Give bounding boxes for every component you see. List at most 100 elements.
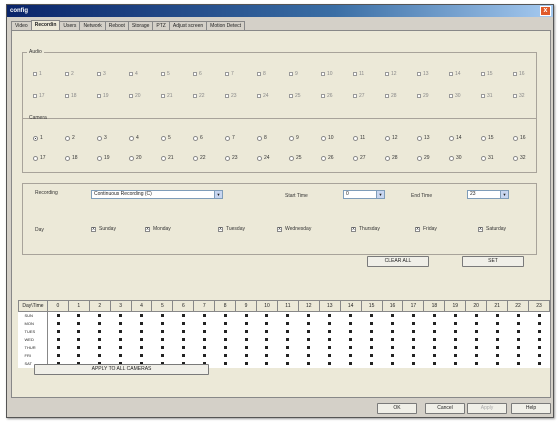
camera-channel-17[interactable]: 17: [33, 155, 65, 161]
schedule-cell[interactable]: [152, 312, 173, 320]
schedule-cell[interactable]: [298, 352, 319, 360]
schedule-cell[interactable]: [319, 336, 340, 344]
day-checkbox-friday[interactable]: x Friday: [415, 226, 437, 232]
checkbox-icon[interactable]: [97, 72, 101, 76]
schedule-cell[interactable]: [277, 360, 298, 368]
tab-ptz[interactable]: PTZ: [152, 21, 170, 30]
audio-channel-25[interactable]: 25: [289, 93, 321, 99]
camera-channel-13[interactable]: 13: [417, 135, 449, 141]
radio-icon[interactable]: [289, 155, 294, 161]
schedule-cell[interactable]: [361, 328, 382, 336]
tab-motion-detect[interactable]: Motion Detect: [206, 21, 246, 30]
camera-channel-10[interactable]: 10: [321, 135, 353, 141]
schedule-cell[interactable]: [529, 320, 550, 328]
day-checkbox-sunday[interactable]: x Sunday: [91, 226, 116, 232]
audio-channel-26[interactable]: 26: [321, 93, 353, 99]
checkbox-checked-icon[interactable]: x: [415, 226, 420, 232]
schedule-cell[interactable]: [236, 336, 257, 344]
schedule-cell[interactable]: [236, 352, 257, 360]
schedule-cell[interactable]: [382, 320, 403, 328]
camera-channel-3[interactable]: 3: [97, 135, 129, 141]
schedule-cell[interactable]: [445, 312, 466, 320]
schedule-cell[interactable]: [277, 344, 298, 352]
chevron-down-icon[interactable]: ▼: [500, 191, 508, 198]
camera-channel-27[interactable]: 27: [353, 155, 385, 161]
schedule-cell[interactable]: [508, 312, 529, 320]
schedule-cell[interactable]: [466, 320, 487, 328]
schedule-cell[interactable]: [194, 328, 215, 336]
schedule-cell[interactable]: [403, 352, 424, 360]
radio-icon[interactable]: [97, 135, 102, 141]
schedule-cell[interactable]: [466, 312, 487, 320]
schedule-cell[interactable]: [257, 360, 278, 368]
checkbox-icon[interactable]: [193, 72, 197, 76]
schedule-cell[interactable]: [236, 320, 257, 328]
camera-channel-25[interactable]: 25: [289, 155, 321, 161]
camera-channel-16[interactable]: 16: [513, 135, 545, 141]
schedule-cell[interactable]: [487, 336, 508, 344]
schedule-cell[interactable]: [361, 352, 382, 360]
checkbox-icon[interactable]: [289, 94, 293, 98]
checkbox-icon[interactable]: [321, 94, 325, 98]
camera-channel-31[interactable]: 31: [481, 155, 513, 161]
checkbox-checked-icon[interactable]: x: [478, 226, 483, 232]
tab-network[interactable]: Network: [79, 21, 106, 30]
audio-channel-17[interactable]: 17: [33, 93, 65, 99]
camera-channel-14[interactable]: 14: [449, 135, 481, 141]
checkbox-icon[interactable]: [33, 72, 37, 76]
audio-channel-29[interactable]: 29: [417, 93, 449, 99]
day-checkbox-wednesday[interactable]: x Wednesday: [277, 226, 311, 232]
schedule-cell[interactable]: [340, 312, 361, 320]
audio-channel-4[interactable]: 4: [129, 71, 161, 77]
schedule-cell[interactable]: [194, 312, 215, 320]
schedule-cell[interactable]: [487, 344, 508, 352]
start-time-select[interactable]: 0 ▼: [343, 190, 385, 199]
schedule-cell[interactable]: [236, 312, 257, 320]
schedule-cell[interactable]: [298, 320, 319, 328]
checkbox-icon[interactable]: [225, 94, 229, 98]
audio-channel-27[interactable]: 27: [353, 93, 385, 99]
recording-mode-select[interactable]: Continuous Recording (C) ▼: [91, 190, 223, 199]
schedule-cell[interactable]: [89, 320, 110, 328]
schedule-cell[interactable]: [68, 328, 89, 336]
audio-channel-7[interactable]: 7: [225, 71, 257, 77]
schedule-cell[interactable]: [236, 344, 257, 352]
camera-channel-7[interactable]: 7: [225, 135, 257, 141]
schedule-cell[interactable]: [215, 312, 236, 320]
schedule-cell[interactable]: [403, 344, 424, 352]
schedule-cell[interactable]: [424, 328, 445, 336]
checkbox-icon[interactable]: [449, 94, 453, 98]
schedule-cell[interactable]: [382, 360, 403, 368]
schedule-cell[interactable]: [529, 328, 550, 336]
schedule-cell[interactable]: [131, 336, 152, 344]
set-button[interactable]: SET: [462, 256, 524, 267]
schedule-cell[interactable]: [445, 360, 466, 368]
schedule-cell[interactable]: [277, 336, 298, 344]
camera-channel-2[interactable]: 2: [65, 135, 97, 141]
audio-channel-14[interactable]: 14: [449, 71, 481, 77]
checkbox-checked-icon[interactable]: x: [218, 226, 223, 232]
schedule-cell[interactable]: [152, 344, 173, 352]
radio-icon[interactable]: [65, 155, 70, 161]
radio-icon[interactable]: [321, 135, 326, 141]
checkbox-icon[interactable]: [417, 94, 421, 98]
radio-icon[interactable]: [193, 135, 198, 141]
checkbox-icon[interactable]: [513, 94, 517, 98]
radio-icon[interactable]: [129, 155, 134, 161]
schedule-cell[interactable]: [47, 352, 68, 360]
camera-channel-19[interactable]: 19: [97, 155, 129, 161]
checkbox-icon[interactable]: [289, 72, 293, 76]
schedule-cell[interactable]: [340, 328, 361, 336]
camera-channel-6[interactable]: 6: [193, 135, 225, 141]
checkbox-icon[interactable]: [513, 72, 517, 76]
schedule-cell[interactable]: [257, 312, 278, 320]
day-checkbox-tuesday[interactable]: x Tuesday: [218, 226, 245, 232]
schedule-cell[interactable]: [529, 352, 550, 360]
schedule-cell[interactable]: [298, 328, 319, 336]
camera-channel-30[interactable]: 30: [449, 155, 481, 161]
checkbox-icon[interactable]: [33, 94, 37, 98]
schedule-cell[interactable]: [298, 336, 319, 344]
schedule-cell[interactable]: [319, 328, 340, 336]
camera-channel-26[interactable]: 26: [321, 155, 353, 161]
schedule-cell[interactable]: [361, 320, 382, 328]
